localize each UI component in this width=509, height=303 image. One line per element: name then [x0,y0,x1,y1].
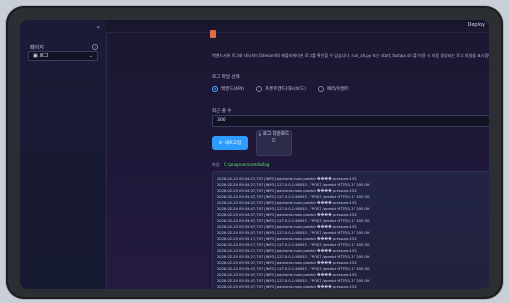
radio-option-error[interactable]: 에러/이벤트 [317,86,350,92]
help-icon[interactable]: ? [92,44,98,50]
page-select-value: 로그 [39,53,49,59]
collapse-icon[interactable]: « [96,24,100,31]
refresh-icon: ⟳ [218,140,223,146]
file-path: C:/program/contrib/log [222,162,272,167]
sidebar: « 페이지 ? ▣ 로그 ⌄ [20,20,107,289]
file-path-line: 파일: C:/program/contrib/log [212,162,272,168]
radio-unselected-icon [256,86,263,92]
app-screen: « 페이지 ? ▣ 로그 ⌄ Deploy 백엔드서버 로그와 대시보드(Str… [20,20,489,289]
download-label-line1: ⤓ 로그 다운로드 [257,131,291,138]
main-content: 백엔드서버 로그와 대시보드(Streamlit) 애플리케이션 로그를 확인할… [106,30,489,289]
sidebar-section-label: 페이지 [30,45,44,51]
page-select[interactable]: ▣ 로그 ⌄ [28,51,98,61]
radio-label: 프론트엔드(대시보드) [265,87,306,92]
download-label: 로그 다운로드 [262,132,290,137]
radio-option-frontend[interactable]: 프론트엔드(대시보드) [256,86,306,92]
download-label-line2: 드 [271,139,277,144]
chevron-down-icon: ⌄ [88,53,93,59]
log-file-radio-group: 백엔드(API) 프론트엔드(대시보드) 에러/이벤트 [212,86,349,92]
radio-label: 에러/이벤트 [326,87,350,92]
brand-ribbon-icon [210,30,216,38]
download-icon: ⤓ [258,132,261,137]
refresh-label: 새로고침 [224,141,242,146]
log-file-section-title: 로그 파일 선택 [212,75,240,80]
radio-unselected-icon [317,86,324,92]
page-description: 백엔드서버 로그와 대시보드(Streamlit) 애플리케이션 로그를 확인할… [212,53,489,58]
log-line: 2026-02-20 09:35:57,707 [INFO] backend.m… [217,285,357,289]
device-frame: « 페이지 ? ▣ 로그 ⌄ Deploy 백엔드서버 로그와 대시보드(Str… [6,6,503,299]
line-count-label: 최근 줄 수 [212,109,232,114]
page-select-icon: ▣ [33,53,38,59]
line-count-value: 300 [217,118,226,123]
refresh-button[interactable]: ⟳ 새로고침 [212,136,248,150]
download-log-button[interactable]: ⤓ 로그 다운로드 드 [256,130,292,156]
log-viewer[interactable]: 2026-02-20 09:34:27,707 [INFO] backend.m… [212,171,489,289]
line-count-input[interactable]: 300 − + [212,115,489,127]
deploy-button[interactable]: Deploy [467,22,485,28]
radio-option-backend[interactable]: 백엔드(API) [212,86,244,92]
radio-label: 백엔드(API) [221,87,245,92]
radio-selected-icon [212,86,218,92]
file-path-prefix: 파일: [212,162,221,167]
